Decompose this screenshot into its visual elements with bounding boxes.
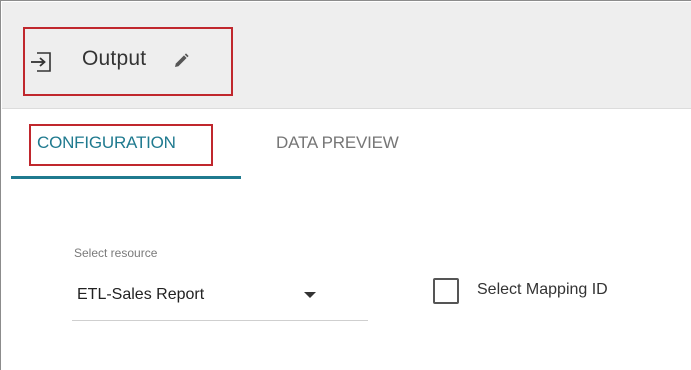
resource-select[interactable]: ETL-Sales Report (72, 269, 368, 321)
header-highlight-box (23, 27, 233, 96)
select-resource-label: Select resource (74, 246, 158, 260)
tab-highlight-box (29, 124, 213, 166)
resource-select-value: ETL-Sales Report (77, 286, 205, 303)
tab-data-preview[interactable]: DATA PREVIEW (276, 133, 399, 153)
caret-down-icon[interactable] (304, 292, 316, 298)
active-tab-indicator (11, 176, 241, 179)
output-panel: Output CONFIGURATION DATA PREVIEW Select… (0, 0, 691, 370)
select-mapping-id-checkbox[interactable] (433, 278, 459, 304)
select-mapping-id-label[interactable]: Select Mapping ID (477, 281, 608, 299)
